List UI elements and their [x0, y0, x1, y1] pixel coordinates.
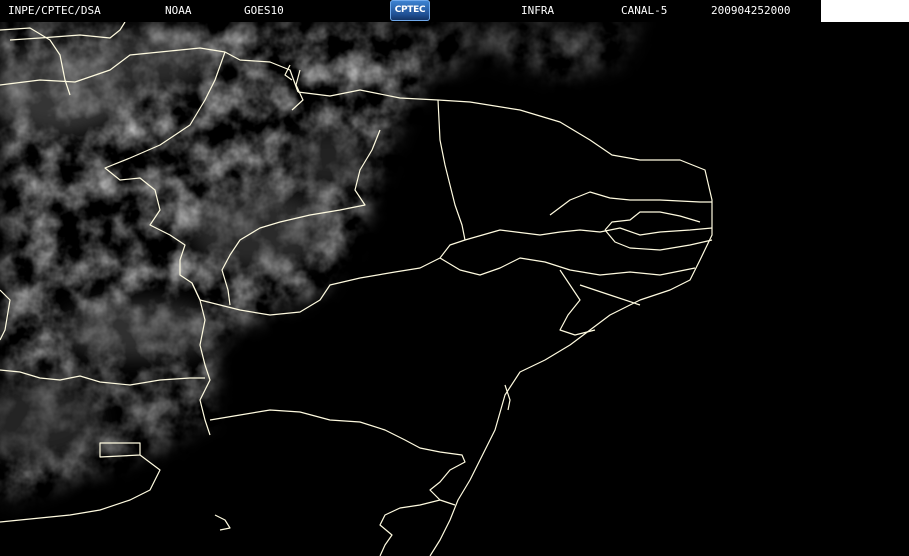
cloud-cover	[0, 0, 909, 556]
channel-label: CANAL-5	[621, 4, 668, 17]
satellite-map	[0, 0, 909, 556]
cptec-logo: CPTEC	[390, 0, 430, 21]
product-label: INFRA	[521, 4, 555, 17]
header-bar: INPE/CPTEC/DSA NOAA GOES10 CPTEC INFRA C…	[0, 0, 909, 22]
satellite-image-viewer: INPE/CPTEC/DSA NOAA GOES10 CPTEC INFRA C…	[0, 0, 909, 556]
agency-label: NOAA	[165, 4, 192, 17]
institution-label: INPE/CPTEC/DSA	[8, 4, 101, 17]
timestamp-label: 200904252000	[711, 4, 791, 17]
satellite-label: GOES10	[244, 4, 284, 17]
header-blank-panel	[821, 0, 909, 22]
